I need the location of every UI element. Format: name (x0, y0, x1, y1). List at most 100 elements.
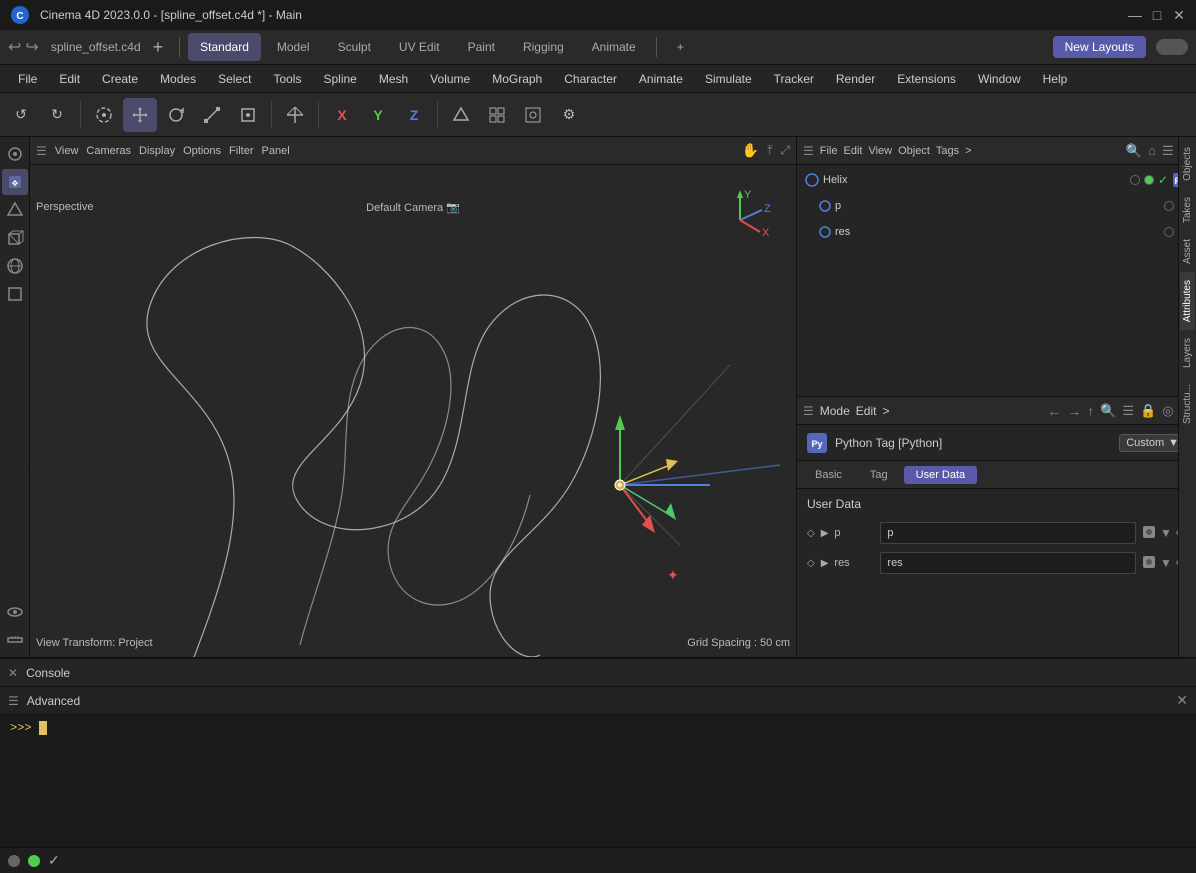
grid-tool-2[interactable] (516, 98, 550, 132)
attr-filter-icon[interactable]: ☰ (1122, 403, 1134, 419)
transform-tool[interactable] (231, 98, 265, 132)
p-color-icon[interactable] (1142, 525, 1156, 542)
tab-standard[interactable]: Standard (188, 33, 261, 61)
attr-fwd-nav[interactable]: → (1067, 403, 1081, 419)
close-button[interactable]: ✕ (1172, 8, 1186, 22)
sidebar-cube-icon[interactable] (2, 225, 28, 251)
menu-character[interactable]: Character (554, 70, 627, 88)
axis-x-button[interactable]: X (325, 98, 359, 132)
menu-extensions[interactable]: Extensions (887, 70, 966, 88)
attr-up-nav[interactable]: ↑ (1087, 403, 1094, 419)
objects-filter-icon[interactable]: ☰ (1162, 143, 1174, 159)
sidebar-sphere-icon[interactable] (2, 253, 28, 279)
res-color-icon[interactable] (1142, 555, 1156, 572)
sidebar-eye-icon[interactable] (2, 599, 28, 625)
attr-lock-icon[interactable]: 🔒 (1140, 403, 1156, 419)
rotate-tool[interactable] (159, 98, 193, 132)
tab-sculpt[interactable]: Sculpt (326, 33, 383, 61)
res-expand-icon[interactable]: ▶ (821, 558, 829, 569)
p-vis-dot[interactable] (1164, 201, 1174, 211)
add-layout-button[interactable]: + (665, 33, 696, 61)
object-row-helix[interactable]: Helix ✓ Py (799, 167, 1194, 193)
attr-more-menu[interactable]: > (882, 404, 889, 418)
vtab-takes[interactable]: Takes (1180, 189, 1195, 231)
redo-button[interactable]: ↪ (25, 37, 38, 57)
console-menu-icon[interactable]: ☰ (8, 694, 19, 708)
vp-display-menu[interactable]: Display (139, 145, 175, 157)
objects-home-icon[interactable]: ⌂ (1148, 143, 1156, 158)
objects-edit-menu[interactable]: Edit (844, 145, 863, 157)
tab-paint[interactable]: Paint (456, 33, 507, 61)
vtab-objects[interactable]: Objects (1180, 139, 1195, 189)
menu-edit[interactable]: Edit (49, 70, 90, 88)
attr-tab-userdata[interactable]: User Data (904, 466, 978, 484)
vp-panel-menu[interactable]: Panel (262, 145, 290, 157)
attr-menu-icon[interactable]: ☰ (803, 404, 814, 418)
minimize-button[interactable]: — (1128, 8, 1142, 22)
object-row-p[interactable]: p (799, 193, 1194, 219)
layout-toggle[interactable] (1156, 39, 1188, 55)
viewport-canvas[interactable]: Perspective Default Camera 📷 ✦ (30, 165, 796, 657)
live-select-tool[interactable] (87, 98, 121, 132)
tab-animate[interactable]: Animate (580, 33, 648, 61)
menu-tracker[interactable]: Tracker (764, 70, 824, 88)
vtab-attributes[interactable]: Attributes (1180, 272, 1195, 330)
menu-volume[interactable]: Volume (420, 70, 480, 88)
menu-simulate[interactable]: Simulate (695, 70, 762, 88)
menu-window[interactable]: Window (968, 70, 1031, 88)
p-input-field[interactable] (880, 522, 1136, 544)
menu-help[interactable]: Help (1033, 70, 1078, 88)
vp-pan-icon[interactable]: ✋ (742, 142, 759, 159)
sidebar-obj-icon[interactable] (2, 197, 28, 223)
helix-vis-dot[interactable] (1130, 175, 1140, 185)
vp-menu-icon[interactable]: ☰ (36, 144, 47, 158)
axis-z-button[interactable]: Z (397, 98, 431, 132)
add-tab-button[interactable]: + (153, 37, 164, 58)
objects-file-menu[interactable]: File (820, 145, 838, 157)
menu-mesh[interactable]: Mesh (369, 70, 418, 88)
tab-rigging[interactable]: Rigging (511, 33, 576, 61)
object-row-res[interactable]: res (799, 219, 1194, 245)
vp-filter-menu[interactable]: Filter (229, 145, 253, 157)
menu-spline[interactable]: Spline (313, 70, 366, 88)
attr-edit-menu[interactable]: Edit (856, 404, 877, 418)
objects-more-menu[interactable]: > (965, 145, 971, 157)
move-tool[interactable] (123, 98, 157, 132)
axis-y-button[interactable]: Y (361, 98, 395, 132)
p-down-icon[interactable]: ▼ (1160, 526, 1172, 540)
menu-tools[interactable]: Tools (263, 70, 311, 88)
viewport-area[interactable]: ☰ View Cameras Display Options Filter Pa… (30, 137, 796, 657)
objects-view-menu[interactable]: View (868, 145, 892, 157)
menu-modes[interactable]: Modes (150, 70, 206, 88)
attr-mode-menu[interactable]: Mode (820, 404, 850, 418)
res-input-field[interactable] (880, 552, 1136, 574)
tab-model[interactable]: Model (265, 33, 322, 61)
objects-object-menu[interactable]: Object (898, 145, 930, 157)
undo-button[interactable]: ↩ (8, 37, 21, 57)
undo-tool[interactable]: ↺ (4, 98, 38, 132)
objects-search-icon[interactable]: 🔍 (1126, 143, 1142, 159)
p-expand-icon[interactable]: ▶ (821, 528, 829, 539)
world-tool[interactable] (278, 98, 312, 132)
res-vis-dot[interactable] (1164, 227, 1174, 237)
helix-render-dot[interactable] (1144, 175, 1154, 185)
vp-camera-icon[interactable]: ⤒ (767, 143, 772, 158)
sidebar-ruler-icon[interactable] (2, 627, 28, 653)
console-content[interactable]: >>> (0, 715, 1196, 847)
menu-file[interactable]: File (8, 70, 47, 88)
objects-tags-menu[interactable]: Tags (936, 145, 959, 157)
menu-select[interactable]: Select (208, 70, 261, 88)
attr-search-icon[interactable]: 🔍 (1100, 403, 1116, 419)
new-layouts-button[interactable]: New Layouts (1053, 36, 1146, 58)
objects-menu-icon[interactable]: ☰ (803, 144, 814, 158)
redo-tool[interactable]: ↻ (40, 98, 74, 132)
sidebar-view-icon[interactable] (2, 141, 28, 167)
scale-tool[interactable] (195, 98, 229, 132)
grid-tool-1[interactable] (480, 98, 514, 132)
attr-tab-basic[interactable]: Basic (803, 466, 854, 484)
maximize-button[interactable]: □ (1150, 8, 1164, 22)
menu-mograph[interactable]: MoGraph (482, 70, 552, 88)
vtab-structu[interactable]: Structu... (1180, 376, 1195, 432)
vp-expand-icon[interactable]: ⤢ (780, 143, 790, 158)
vp-cameras-menu[interactable]: Cameras (86, 145, 131, 157)
